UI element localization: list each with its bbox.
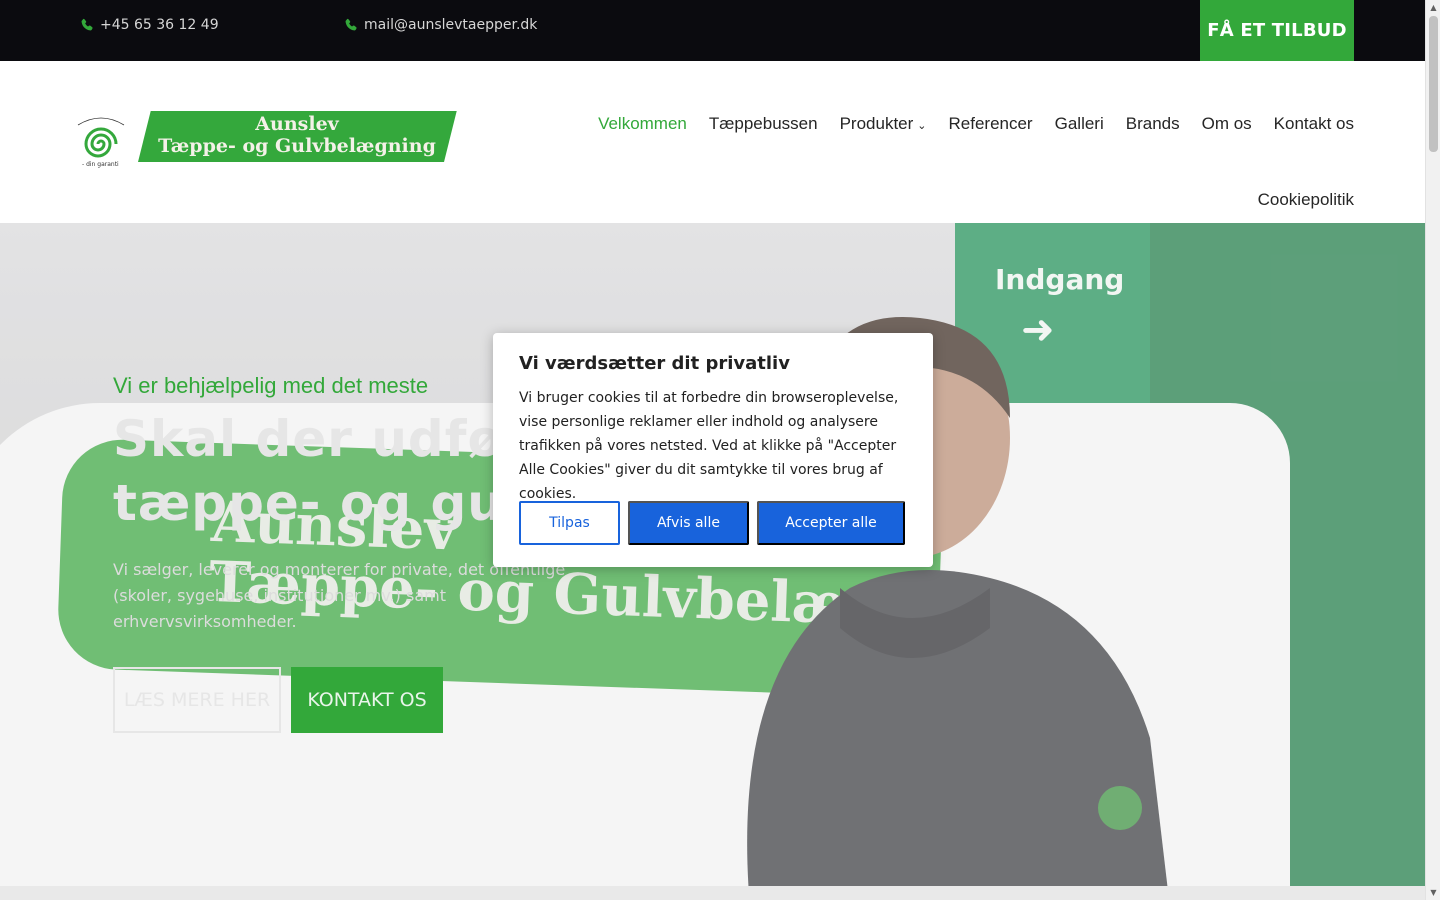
contact-us-button[interactable]: KONTAKT OS [291, 667, 443, 733]
nav-item-velkommen[interactable]: Velkommen [598, 114, 687, 134]
nav-item-taeppebussen[interactable]: Tæppebussen [709, 114, 818, 134]
nav-item-om-os[interactable]: Om os [1202, 114, 1252, 134]
cookie-consent-dialog: Vi værdsætter dit privatliv Vi bruger co… [493, 333, 933, 567]
phone-number: +45 65 36 12 49 [100, 17, 219, 33]
nav-item-produkter[interactable]: Produkter ⌄ [840, 114, 927, 134]
scroll-down-arrow-icon[interactable]: ▼ [1426, 885, 1440, 900]
chevron-down-icon: ⌄ [917, 120, 927, 132]
cookie-dialog-buttons: Tilpas Afvis alle Accepter alle [519, 501, 905, 545]
hero-description: Vi sælger, leverer og monterer for priva… [113, 560, 566, 631]
nav-item-cookiepolitik[interactable]: Cookiepolitik [1258, 190, 1354, 210]
page-scrollbar[interactable]: ▲ ▼ [1425, 0, 1440, 900]
next-section-edge [0, 886, 1425, 900]
email-link[interactable]: mail@aunslevtaepper.dk [344, 17, 537, 33]
nav-item-produkter-label: Produkter [839, 114, 914, 133]
email-address: mail@aunslevtaepper.dk [364, 17, 538, 33]
top-bar: +45 65 36 12 49 mail@aunslevtaepper.dk F… [0, 0, 1425, 61]
logo-line-2: Tæppe- og Gulvbelægning [158, 135, 436, 157]
customize-cookies-button[interactable]: Tilpas [519, 501, 620, 545]
nav-item-kontakt-os[interactable]: Kontakt os [1274, 114, 1354, 134]
cookie-dialog-text: Vi bruger cookies til at forbedre din br… [519, 390, 899, 502]
site-header: - din garanti Aunslev Tæppe- og Gulvbelæ… [0, 61, 1425, 223]
main-nav: Velkommen Tæppebussen Produkter ⌄ Referen… [534, 94, 1354, 230]
hero-buttons: LÆS MERE HER KONTAKT OS [113, 667, 633, 733]
site-logo[interactable]: - din garanti Aunslev Tæppe- og Gulvbelæ… [70, 111, 457, 173]
get-quote-button[interactable]: FÅ ET TILBUD [1200, 0, 1354, 61]
accept-all-cookies-button[interactable]: Accepter alle [757, 501, 905, 545]
reject-all-cookies-button[interactable]: Afvis alle [628, 501, 749, 545]
phone-link[interactable]: +45 65 36 12 49 [80, 17, 219, 33]
logo-swirl-caption: - din garanti [82, 161, 119, 168]
logo-text: Aunslev Tæppe- og Gulvbelægning [152, 113, 442, 157]
nav-row-2: Cookiepolitik [534, 170, 1354, 230]
logo-line-1: Aunslev [255, 113, 339, 135]
nav-item-galleri[interactable]: Galleri [1055, 114, 1104, 134]
phone-icon [345, 18, 357, 31]
scroll-up-arrow-icon[interactable]: ▲ [1426, 0, 1440, 15]
read-more-button[interactable]: LÆS MERE HER [113, 667, 281, 733]
cookie-dialog-title: Vi værdsætter dit privatliv [519, 353, 790, 374]
nav-item-referencer[interactable]: Referencer [949, 114, 1033, 134]
scrollbar-thumb[interactable] [1429, 16, 1438, 152]
phone-icon [81, 18, 93, 31]
nav-row-1: Velkommen Tæppebussen Produkter ⌄ Referen… [534, 94, 1354, 170]
nav-item-brands[interactable]: Brands [1126, 114, 1180, 134]
